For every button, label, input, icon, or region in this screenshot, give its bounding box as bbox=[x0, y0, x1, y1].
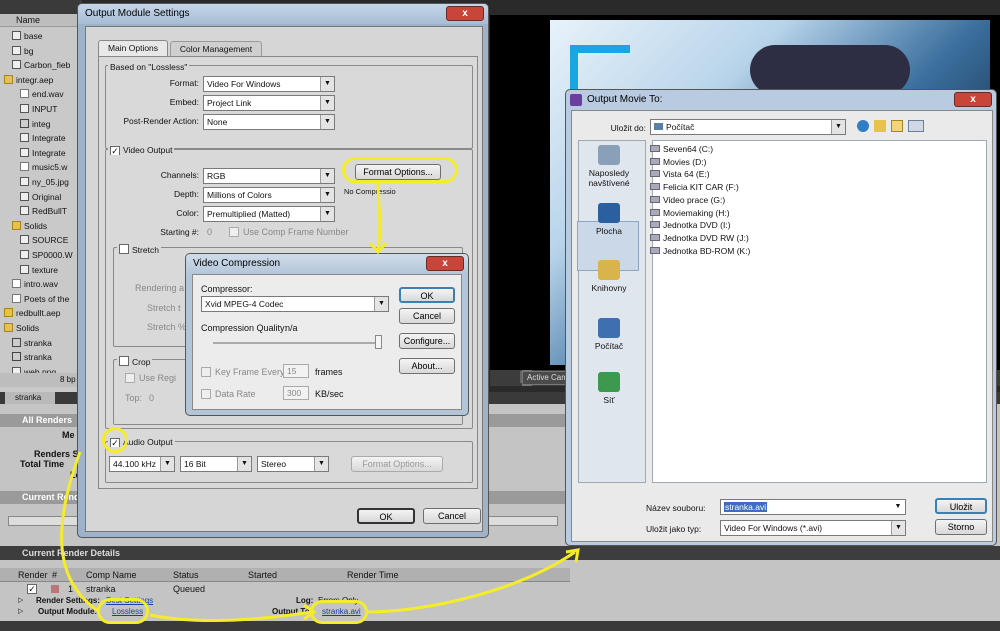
annotation-curve-left bbox=[60, 451, 101, 614]
highlight-output-module bbox=[97, 598, 149, 624]
highlight-output-to bbox=[310, 600, 368, 624]
highlight-format-options bbox=[342, 157, 458, 183]
annotation-overlay bbox=[60, 180, 580, 623]
highlight-audio-checkbox bbox=[102, 427, 128, 453]
annotation-arrow-down bbox=[376, 180, 382, 251]
annotation-curve-bottom bbox=[149, 610, 313, 623]
annotation-curve-right bbox=[364, 550, 576, 614]
